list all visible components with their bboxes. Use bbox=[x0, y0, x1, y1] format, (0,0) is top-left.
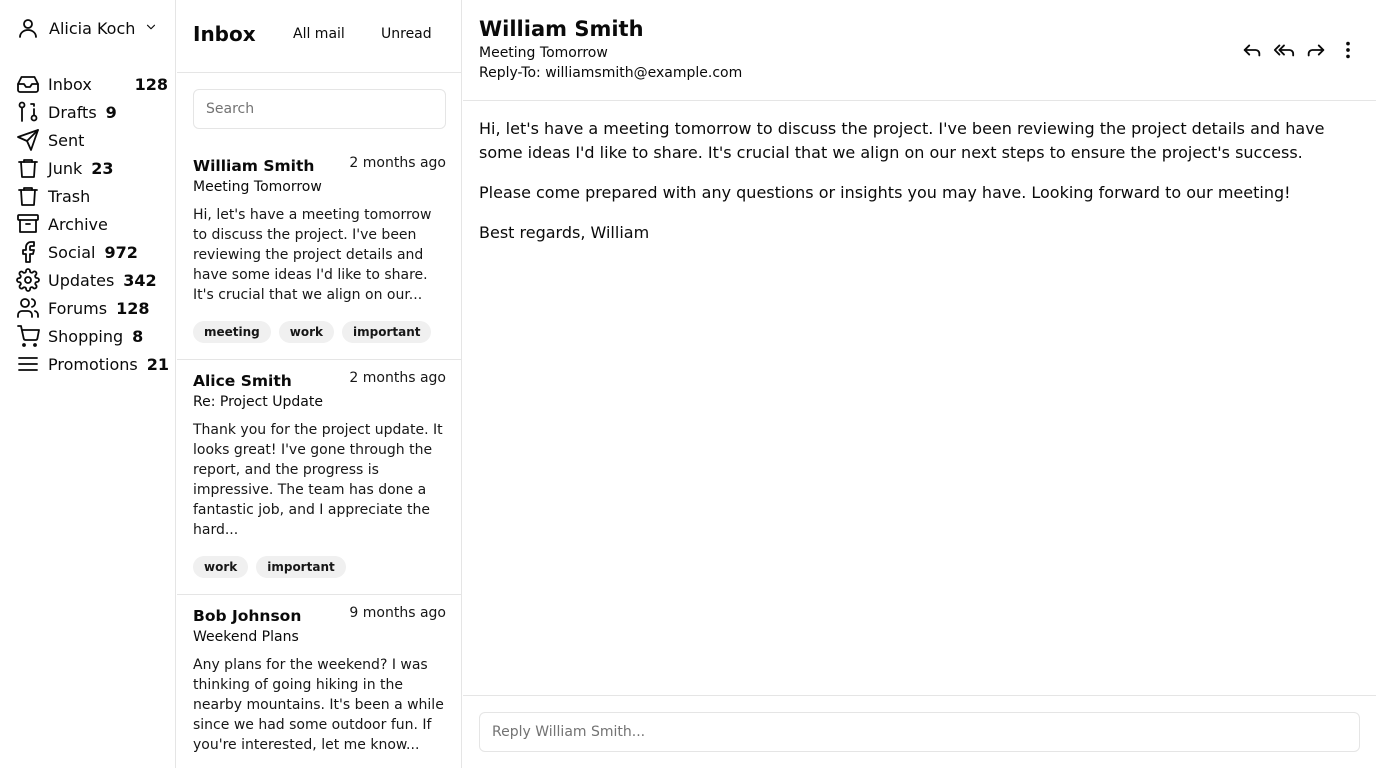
more-vertical-icon[interactable] bbox=[1336, 38, 1360, 62]
mail-date: 9 months ago bbox=[349, 605, 446, 621]
sidebar-item-count: 21 bbox=[146, 354, 170, 374]
sidebar-item-label: Archive bbox=[48, 214, 108, 234]
mail-date: 2 months ago bbox=[349, 155, 446, 171]
sidebar-item-sent[interactable]: Sent bbox=[16, 126, 164, 154]
sidebar-item-count: 23 bbox=[91, 158, 114, 178]
mail-list-panel: Inbox All mail Unread William Smith 2 mo… bbox=[177, 0, 462, 768]
sidebar-item-count: 342 bbox=[123, 270, 157, 290]
sidebar-item-label: Updates bbox=[48, 270, 115, 290]
tag-badge: work bbox=[278, 321, 334, 343]
sidebar-item-drafts[interactable]: Drafts 9 bbox=[16, 98, 164, 126]
sidebar-item-count: 8 bbox=[132, 326, 144, 346]
facebook-icon bbox=[16, 240, 40, 264]
sidebar-item-label: Sent bbox=[48, 130, 85, 150]
sidebar-item-archive[interactable]: Archive bbox=[16, 210, 164, 238]
sidebar-item-label: Junk bbox=[48, 158, 83, 178]
mail-list-item[interactable]: William Smith 2 months ago Meeting Tomor… bbox=[177, 145, 461, 360]
sidebar-item-updates[interactable]: Updates 342 bbox=[16, 266, 164, 294]
message-body: Hi, let's have a meeting tomorrow to dis… bbox=[479, 117, 1365, 261]
sidebar-item-social[interactable]: Social 972 bbox=[16, 238, 164, 266]
reply-input[interactable] bbox=[479, 712, 1360, 752]
folder-nav: Inbox 128 Drafts 9 Sent Junk 23 Trash Ar… bbox=[16, 70, 169, 378]
sidebar-item-label: Shopping bbox=[48, 326, 124, 346]
tag-badge: meeting bbox=[193, 321, 271, 343]
mail-subject: Meeting Tomorrow bbox=[193, 179, 322, 195]
message-reply-to: Reply-To: williamsmith@example.com bbox=[479, 65, 743, 81]
reply-all-icon[interactable] bbox=[1272, 38, 1296, 62]
trash-icon bbox=[16, 156, 40, 180]
sidebar-item-count: 972 bbox=[104, 242, 138, 262]
sidebar-item-label: Social bbox=[48, 242, 96, 262]
mail-tags: meeting work important bbox=[193, 321, 432, 343]
reading-pane: William Smith Meeting Tomorrow Reply-To:… bbox=[463, 0, 1376, 768]
sidebar-item-count: 128 bbox=[134, 74, 168, 94]
message-subject: Meeting Tomorrow bbox=[479, 45, 608, 61]
sidebar-item-label: Inbox bbox=[48, 74, 92, 94]
message-paragraph: Best regards, William bbox=[479, 223, 650, 242]
sidebar-item-label: Promotions bbox=[48, 354, 138, 374]
users-icon bbox=[16, 296, 40, 320]
forward-icon[interactable] bbox=[1304, 38, 1328, 62]
menu-icon bbox=[16, 352, 40, 376]
mail-preview: Hi, let's have a meeting tomorrow to dis… bbox=[193, 207, 432, 303]
sidebar-item-count: 9 bbox=[105, 102, 117, 122]
sidebar-item-label: Drafts bbox=[48, 102, 97, 122]
archive-icon bbox=[16, 212, 40, 236]
tag-badge: important bbox=[342, 321, 432, 343]
page-title: Inbox bbox=[193, 22, 256, 46]
sidebar-item-label: Forums bbox=[48, 298, 108, 318]
reply-icon[interactable] bbox=[1240, 38, 1264, 62]
cart-icon bbox=[16, 324, 40, 348]
tag-badge: important bbox=[256, 556, 346, 578]
tab-unread[interactable]: Unread bbox=[381, 26, 432, 42]
mail-list-item[interactable]: Alice Smith 2 months ago Re: Project Upd… bbox=[177, 360, 461, 595]
inbox-icon bbox=[16, 72, 40, 96]
account-switcher[interactable]: Alicia Koch bbox=[16, 14, 158, 42]
tab-all-mail[interactable]: All mail bbox=[293, 26, 345, 42]
mail-list-header: Inbox All mail Unread bbox=[177, 0, 461, 73]
sidebar-item-count: 128 bbox=[116, 298, 150, 318]
send-icon bbox=[16, 128, 40, 152]
drafts-icon bbox=[16, 100, 40, 124]
tag-badge: work bbox=[193, 556, 249, 578]
message-actions bbox=[1240, 38, 1360, 62]
mail-preview: Any plans for the weekend? I was thinkin… bbox=[193, 657, 444, 753]
message-paragraph: Please come prepared with any questions … bbox=[479, 183, 1291, 202]
user-icon bbox=[16, 16, 40, 40]
mail-preview: Thank you for the project update. It loo… bbox=[193, 422, 443, 538]
trash-icon bbox=[16, 184, 40, 208]
mail-sender: Bob Johnson bbox=[193, 607, 302, 625]
mail-subject: Re: Project Update bbox=[193, 394, 323, 410]
gear-icon bbox=[16, 268, 40, 292]
reply-composer bbox=[463, 695, 1376, 768]
message-header: William Smith Meeting Tomorrow Reply-To:… bbox=[463, 0, 1376, 101]
mail-tags: work important bbox=[193, 556, 346, 578]
mail-list-item[interactable]: Bob Johnson 9 months ago Weekend Plans A… bbox=[177, 595, 461, 768]
mail-sender: William Smith bbox=[193, 157, 315, 175]
sidebar-item-promotions[interactable]: Promotions 21 bbox=[16, 350, 169, 378]
sidebar-item-inbox[interactable]: Inbox 128 bbox=[16, 70, 168, 98]
message-paragraph: Hi, let's have a meeting tomorrow to dis… bbox=[479, 119, 1325, 162]
mail-subject: Weekend Plans bbox=[193, 629, 299, 645]
sidebar-item-shopping[interactable]: Shopping 8 bbox=[16, 322, 164, 350]
message-sender: William Smith bbox=[479, 17, 644, 41]
search-input[interactable] bbox=[193, 89, 446, 129]
sidebar-item-trash[interactable]: Trash bbox=[16, 182, 164, 210]
chevron-down-icon bbox=[144, 19, 158, 38]
mail-date: 2 months ago bbox=[349, 370, 446, 386]
sidebar-item-junk[interactable]: Junk 23 bbox=[16, 154, 164, 182]
sidebar-item-label: Trash bbox=[48, 186, 91, 206]
sidebar-item-forums[interactable]: Forums 128 bbox=[16, 294, 164, 322]
sidebar: Alicia Koch Inbox 128 Drafts 9 Sent Junk… bbox=[0, 0, 176, 768]
mail-sender: Alice Smith bbox=[193, 372, 292, 390]
account-name: Alicia Koch bbox=[49, 18, 136, 38]
